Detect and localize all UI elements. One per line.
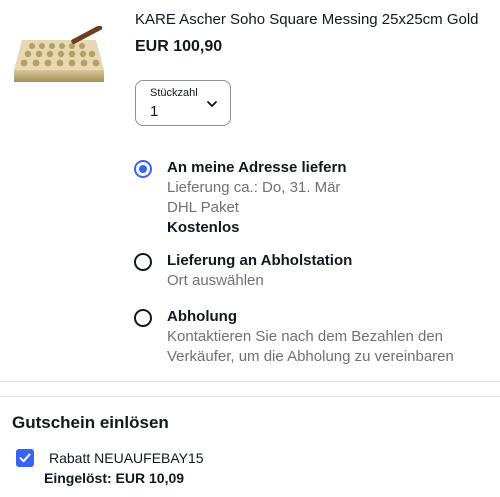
- collection-info-line: Verkäufer, um die Abholung zu vereinbare…: [167, 348, 454, 365]
- chevron-down-icon: [206, 97, 218, 109]
- delivery-option-title: Abholung: [167, 308, 237, 325]
- radio-pickup-station[interactable]: [134, 253, 152, 271]
- check-icon: [19, 453, 31, 463]
- shipping-cost: Kostenlos: [167, 219, 240, 236]
- coupon-name: Rabatt NEUAUFEBAY15: [49, 450, 204, 466]
- shipping-carrier: DHL Paket: [167, 199, 239, 216]
- coupon-section-title: Gutschein einlösen: [12, 413, 169, 432]
- delivery-option-title: An meine Adresse liefern: [167, 159, 347, 176]
- radio-collection[interactable]: [134, 309, 152, 327]
- quantity-select[interactable]: Stückzahl 1: [135, 80, 231, 126]
- coupon-checkbox[interactable]: [16, 449, 34, 467]
- collection-info-line: Kontaktieren Sie nach dem Bezahlen den: [167, 328, 444, 345]
- section-divider: [0, 381, 500, 382]
- choose-location-text: Ort auswählen: [167, 272, 264, 289]
- delivery-option-title: Lieferung an Abholstation: [167, 252, 353, 269]
- section-divider: [0, 396, 500, 397]
- product-title[interactable]: KARE Ascher Soho Square Messing 25x25cm …: [135, 11, 479, 28]
- quantity-label: Stückzahl: [150, 87, 198, 99]
- radio-address[interactable]: [134, 160, 152, 178]
- coupon-redeemed-amount: Eingelöst: EUR 10,09: [44, 470, 185, 486]
- delivery-estimate: Lieferung ca.: Do, 31. Mär: [167, 179, 341, 196]
- product-price: EUR 100,90: [135, 38, 223, 55]
- quantity-value: 1: [150, 103, 159, 120]
- product-image[interactable]: [12, 25, 106, 90]
